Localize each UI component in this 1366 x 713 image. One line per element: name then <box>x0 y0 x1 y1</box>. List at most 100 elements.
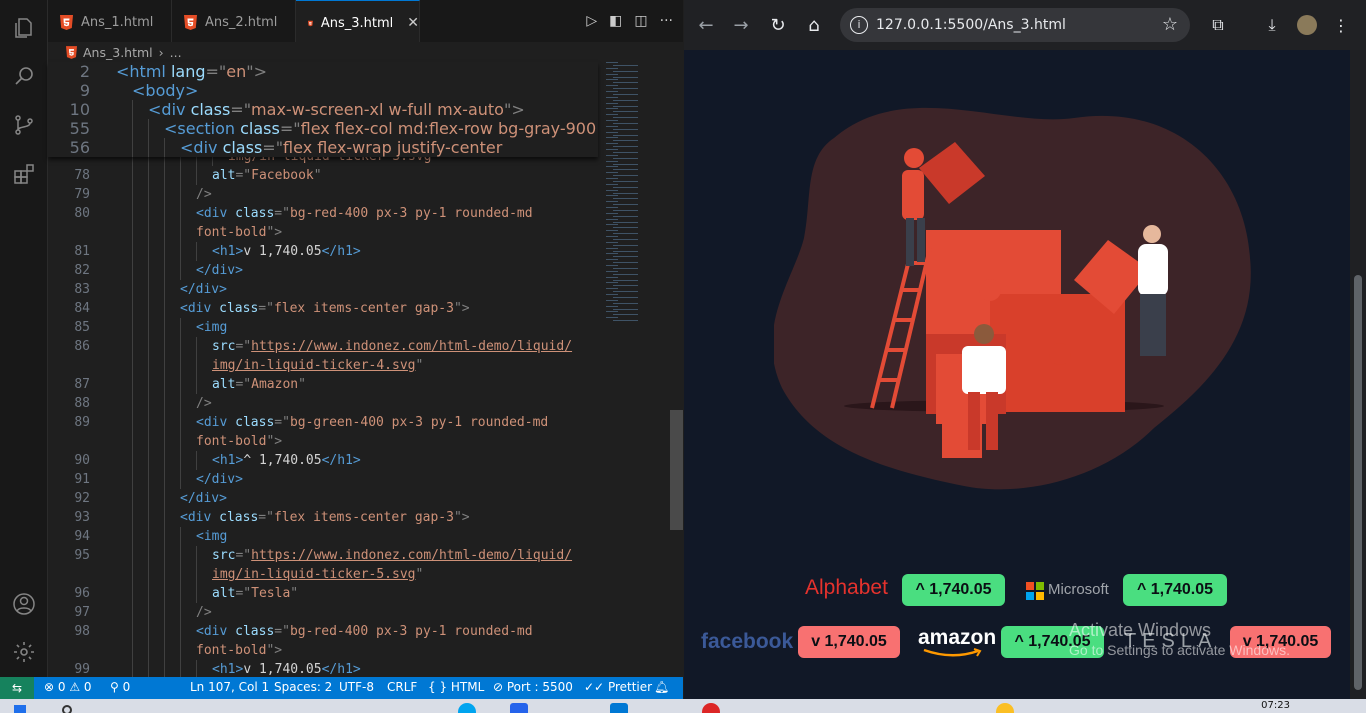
code-line[interactable]: 56 <div class="flex flex-wrap justify-cen… <box>48 138 683 157</box>
problems-status[interactable]: ⊗ 0 ⚠ 0 <box>44 680 92 694</box>
code-line[interactable]: 90 <h1>^ 1,740.05</h1> <box>48 451 683 470</box>
code-line[interactable]: img/in-liquid-ticker-5.svg" <box>48 565 683 584</box>
ports-status[interactable]: ⚲ 0 <box>110 680 130 694</box>
code-line[interactable]: 92 </div> <box>48 489 683 508</box>
code-line[interactable]: 82 </div> <box>48 261 683 280</box>
code-line[interactable]: 2 <html lang="en"> <box>48 62 683 81</box>
code-line[interactable]: 88 /> <box>48 394 683 413</box>
home-icon[interactable]: ⌂ <box>802 13 826 37</box>
indentation[interactable]: Spaces: 2 <box>274 680 332 694</box>
site-info-icon[interactable]: i <box>850 16 868 34</box>
line-text: /> <box>196 396 212 411</box>
taskbar-search-icon[interactable] <box>62 705 72 713</box>
source-control-icon[interactable] <box>12 113 36 137</box>
code-line[interactable]: 78 alt="Facebook" <box>48 166 683 185</box>
tab-ans-3[interactable]: Ans_3.html ✕ <box>296 0 420 45</box>
code-line[interactable]: 83 </div> <box>48 280 683 299</box>
run-icon[interactable]: ▷ <box>586 13 597 29</box>
code-line[interactable]: font-bold"> <box>48 223 683 242</box>
code-line[interactable]: 55 <section class="flex flex-col md:flex-… <box>48 119 683 138</box>
code-line[interactable]: font-bold"> <box>48 641 683 660</box>
taskbar-app-icon[interactable] <box>510 703 528 713</box>
indent-guide <box>148 166 149 185</box>
indent-guide <box>132 337 133 356</box>
tab-ans-2[interactable]: Ans_2.html <box>172 0 296 45</box>
code-line[interactable]: 96 alt="Tesla" <box>48 584 683 603</box>
code-line[interactable]: font-bold"> <box>48 432 683 451</box>
search-icon[interactable] <box>12 64 36 88</box>
line-number: 10 <box>69 100 90 119</box>
indent-guide <box>180 356 181 375</box>
indent-guide <box>148 660 149 677</box>
minimap-line <box>606 311 618 313</box>
taskbar-chrome-icon[interactable] <box>702 703 720 713</box>
explorer-icon[interactable] <box>12 16 36 40</box>
taskbar-vscode-icon[interactable] <box>610 703 628 713</box>
code-line[interactable]: 86 src="https://www.indonez.com/html-demo… <box>48 337 683 356</box>
editor-scrollbar[interactable] <box>670 410 683 530</box>
code-line[interactable]: 93 <div class="flex items-center gap-3"> <box>48 508 683 527</box>
code-line[interactable]: 99 <h1>v 1,740.05</h1> <box>48 660 683 677</box>
code-line[interactable]: 10 <div class="max-w-screen-xl w-full mx-… <box>48 100 683 119</box>
code-line[interactable]: 95 src="https://www.indonez.com/html-demo… <box>48 546 683 565</box>
download-icon[interactable]: ⤓ <box>1260 13 1284 37</box>
cursor-position[interactable]: Ln 107, Col 1 <box>190 680 269 694</box>
open-preview-icon[interactable]: ◧ <box>609 13 622 29</box>
taskbar-clock[interactable]: 07:23 <box>1261 700 1290 711</box>
indent-guide <box>180 451 181 470</box>
code-line[interactable]: 97 /> <box>48 603 683 622</box>
code-line[interactable]: 84 <div class="flex items-center gap-3"> <box>48 299 683 318</box>
code-line[interactable]: 9 <body> <box>48 81 683 100</box>
more-actions-icon[interactable]: ··· <box>660 13 673 29</box>
code-line[interactable]: 79 /> <box>48 185 683 204</box>
start-icon[interactable] <box>14 705 26 713</box>
live-server-port[interactable]: ⊘ Port : 5500 <box>493 680 573 694</box>
code-line[interactable]: 81 <h1>v 1,740.05</h1> <box>48 242 683 261</box>
code-line[interactable]: 85 <img <box>48 318 683 337</box>
code-line[interactable]: 98 <div class="bg-red-400 px-3 py-1 round… <box>48 622 683 641</box>
remote-indicator-icon[interactable]: ⇆ <box>0 677 34 699</box>
indent-guide <box>164 432 165 451</box>
address-bar[interactable]: i 127.0.0.1:5500/Ans_3.html ☆ <box>840 8 1190 42</box>
settings-gear-icon[interactable] <box>12 640 36 664</box>
account-icon[interactable] <box>12 592 36 616</box>
code-line[interactable]: img/in-liquid-ticker-4.svg" <box>48 356 683 375</box>
extensions-icon[interactable] <box>12 162 36 186</box>
line-number: 55 <box>69 119 90 138</box>
code-line[interactable]: 89 <div class="bg-green-400 px-3 py-1 rou… <box>48 413 683 432</box>
split-editor-icon[interactable]: ◫ <box>634 13 647 29</box>
end-of-line[interactable]: CRLF <box>387 680 417 694</box>
menu-kebab-icon[interactable]: ⋮ <box>1329 13 1353 37</box>
taskbar-app-icon[interactable] <box>996 703 1014 713</box>
minimap-line <box>606 178 618 179</box>
scrollbar-thumb[interactable] <box>1354 275 1362 690</box>
breadcrumb-file[interactable]: Ans_3.html <box>83 45 153 60</box>
code-line[interactable]: 91 </div> <box>48 470 683 489</box>
bookmark-star-icon[interactable]: ☆ <box>1162 14 1178 35</box>
indent-guide <box>132 280 133 299</box>
amazon-smile-icon <box>923 648 982 657</box>
reload-icon[interactable]: ↻ <box>766 13 790 37</box>
errors-count: 0 <box>57 680 66 694</box>
tab-ans-1[interactable]: Ans_1.html <box>48 0 172 45</box>
html5-icon <box>184 15 197 30</box>
minimap-line <box>606 236 618 237</box>
page-scrollbar[interactable] <box>1350 50 1366 699</box>
indent-guide <box>196 660 197 677</box>
breadcrumb-more[interactable]: ... <box>170 45 182 60</box>
close-icon[interactable]: ✕ <box>407 15 419 31</box>
code-line[interactable]: 94 <img <box>48 527 683 546</box>
language-mode[interactable]: { } HTML <box>428 680 484 694</box>
sticky-scroll[interactable]: 2 <html lang="en"> 9 <body> 10 <div class="ma… <box>48 62 598 157</box>
notifications-bell-icon[interactable]: 🔔︎ <box>654 680 669 694</box>
prettier-status[interactable]: ✓✓ Prettier <box>584 680 652 694</box>
taskbar-app-icon[interactable] <box>458 703 476 713</box>
forward-arrow-icon[interactable]: → <box>729 13 753 37</box>
code-line[interactable]: 87 alt="Amazon" <box>48 375 683 394</box>
back-arrow-icon[interactable]: ← <box>694 13 718 37</box>
ports-count: 0 <box>122 680 131 694</box>
code-line[interactable]: 80 <div class="bg-red-400 px-3 py-1 round… <box>48 204 683 223</box>
encoding[interactable]: UTF-8 <box>339 680 374 694</box>
extensions-puzzle-icon[interactable]: ⧉ <box>1206 13 1230 37</box>
profile-avatar[interactable] <box>1295 13 1319 37</box>
